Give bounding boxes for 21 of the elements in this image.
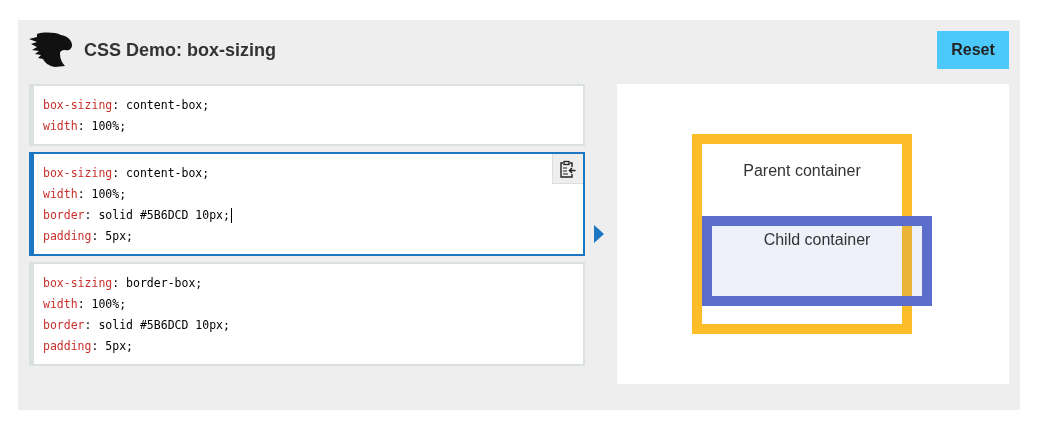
code-line: box-sizing: border-box; bbox=[43, 275, 203, 292]
copy-button[interactable] bbox=[552, 154, 583, 184]
reset-button[interactable]: Reset bbox=[937, 31, 1009, 69]
clipboard-icon bbox=[560, 159, 576, 178]
code-example[interactable]: box-sizing: border-box; width: 100%; border: solid #5B6DCD 10px; padding: 5px; bbox=[29, 262, 585, 366]
code-line: width: 100%; bbox=[43, 118, 127, 135]
code-example[interactable]: box-sizing: content-box; width: 100%; bbox=[29, 84, 585, 146]
parent-label: Parent container bbox=[742, 161, 862, 181]
code-line: box-sizing: content-box; bbox=[43, 97, 210, 114]
child-container: Child container bbox=[702, 216, 932, 306]
dinosaur-logo-icon bbox=[29, 32, 73, 68]
code-line: padding: 5px; bbox=[43, 228, 133, 245]
demo-title: CSS Demo: box-sizing bbox=[84, 39, 276, 61]
play-arrow-icon bbox=[594, 225, 604, 243]
code-line: border: solid #5B6DCD 10px; bbox=[43, 317, 230, 334]
code-line: width: 100%; bbox=[43, 186, 127, 203]
code-line: border: solid #5B6DCD 10px; bbox=[43, 207, 232, 225]
code-line: padding: 5px; bbox=[43, 338, 133, 355]
code-line: box-sizing: content-box; bbox=[43, 165, 210, 182]
code-line: width: 100%; bbox=[43, 296, 127, 313]
code-example[interactable]: box-sizing: content-box; width: 100%; border: solid #5B6DCD 10px; padding: 5px; bbox=[29, 152, 585, 256]
